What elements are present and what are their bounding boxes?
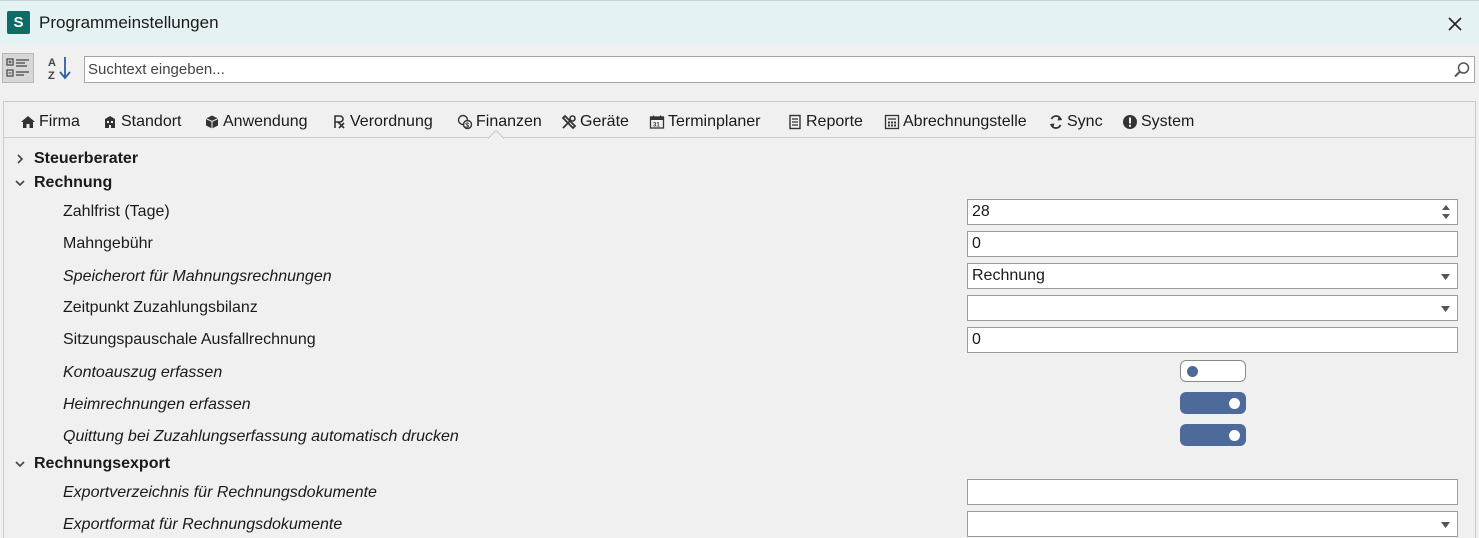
spinner-arrows-icon[interactable] — [1441, 203, 1451, 221]
tab-reporte[interactable]: Reporte — [787, 111, 863, 133]
tab-abrechnungstelle[interactable]: Abrechnungstelle — [884, 111, 1027, 133]
quittung-label: Quittung bei Zuzahlungserfassung automat… — [63, 428, 459, 445]
svg-text:$: $ — [465, 122, 469, 129]
quittung-toggle[interactable] — [1180, 424, 1246, 446]
kontoauszug-label: Kontoauszug erfassen — [63, 364, 223, 381]
categorized-view-icon — [6, 58, 29, 77]
zahlfrist-label: Zahlfrist (Tage) — [63, 203, 170, 220]
sort-az-icon: A Z — [48, 57, 71, 82]
home-icon — [20, 114, 36, 130]
sitzungspauschale-label: Sitzungspauschale Ausfallrechnung — [63, 331, 316, 348]
tab-system[interactable]: System — [1122, 111, 1194, 133]
mahngebuehr-field[interactable] — [967, 231, 1458, 257]
group-label: Rechnung — [34, 174, 113, 191]
app-icon: S — [7, 11, 30, 34]
exportverzeichnis-input[interactable] — [972, 482, 1412, 502]
zahlfrist-stepper[interactable] — [967, 199, 1458, 225]
svg-text:Z: Z — [48, 70, 55, 82]
tab-anwendung[interactable]: Anwendung — [204, 111, 308, 133]
zeitpunkt-select[interactable] — [967, 295, 1458, 321]
svg-text:A: A — [48, 57, 56, 69]
dropdown-arrow-icon[interactable] — [1441, 306, 1450, 312]
svg-text:31: 31 — [653, 123, 660, 129]
tab-geraete[interactable]: Geräte — [561, 111, 629, 133]
group-steuerberater[interactable]: Steuerberater — [12, 148, 138, 170]
group-label: Steuerberater — [34, 150, 139, 167]
heimrechnungen-label: Heimrechnungen erfassen — [63, 396, 251, 413]
dropdown-arrow-icon[interactable] — [1441, 274, 1450, 280]
tab-standort[interactable]: Standort — [102, 111, 181, 133]
speicherort-select[interactable]: Rechnung — [967, 263, 1458, 289]
search-icon[interactable] — [1453, 61, 1471, 79]
window-title: Programmeinstellungen — [39, 13, 219, 32]
calculator-icon — [884, 114, 900, 130]
close-button[interactable] — [1438, 9, 1472, 39]
sort-alphabetical-button[interactable]: A Z — [44, 53, 76, 83]
building-icon — [102, 114, 118, 130]
chevron-down-icon — [12, 175, 28, 191]
speicherort-label: Speicherort für Mahnungsrechnungen — [63, 268, 332, 285]
toggle-knob — [1187, 366, 1198, 377]
zeitpunkt-label: Zeitpunkt Zuzahlungsbilanz — [63, 299, 258, 316]
calendar-icon: 31 — [649, 114, 665, 130]
prescription-icon — [331, 114, 347, 130]
close-icon — [1448, 17, 1462, 31]
sync-icon — [1048, 114, 1064, 130]
group-label: Rechnungsexport — [34, 455, 171, 472]
heimrechnungen-toggle[interactable] — [1180, 392, 1246, 414]
report-icon — [787, 114, 803, 130]
tools-icon — [561, 114, 577, 130]
group-rechnungsexport[interactable]: Rechnungsexport — [12, 453, 170, 475]
tab-sync[interactable]: Sync — [1048, 111, 1103, 133]
title-bar: S Programmeinstellungen — [0, 0, 1479, 45]
chevron-right-icon — [12, 151, 28, 167]
chevron-down-icon — [12, 456, 28, 472]
cube-icon — [204, 114, 220, 130]
exportverzeichnis-label: Exportverzeichnis für Rechnungsdokumente — [63, 484, 377, 501]
exportverzeichnis-field[interactable] — [967, 479, 1458, 505]
exportformat-label: Exportformat für Rechnungsdokumente — [63, 516, 343, 533]
group-rechnung[interactable]: Rechnung — [12, 172, 112, 194]
zahlfrist-input[interactable] — [972, 202, 1412, 222]
toggle-knob — [1229, 398, 1240, 409]
sitzungspauschale-input[interactable] — [972, 330, 1412, 350]
active-tab-indicator — [488, 130, 504, 139]
mahngebuehr-input[interactable] — [972, 234, 1412, 254]
search-input[interactable] — [88, 58, 1448, 81]
toggle-knob — [1229, 430, 1240, 441]
alert-icon — [1122, 114, 1138, 130]
dropdown-arrow-icon[interactable] — [1441, 522, 1450, 528]
mahngebuehr-label: Mahngebühr — [63, 235, 153, 252]
kontoauszug-toggle[interactable] — [1180, 360, 1246, 382]
tab-firma[interactable]: Firma — [20, 111, 80, 133]
tab-verordnung[interactable]: Verordnung — [331, 111, 433, 133]
tab-bar: Firma Standort Anwendung Verordnung $ Fi… — [4, 102, 1475, 139]
search-box[interactable] — [84, 56, 1475, 83]
coins-icon: $ — [457, 114, 473, 130]
categorized-view-button[interactable] — [2, 53, 34, 83]
speicherort-value: Rechnung — [972, 267, 1045, 284]
exportformat-select[interactable] — [967, 511, 1458, 537]
sitzungspauschale-field[interactable] — [967, 327, 1458, 353]
tab-terminplaner[interactable]: 31 Terminplaner — [649, 111, 760, 133]
